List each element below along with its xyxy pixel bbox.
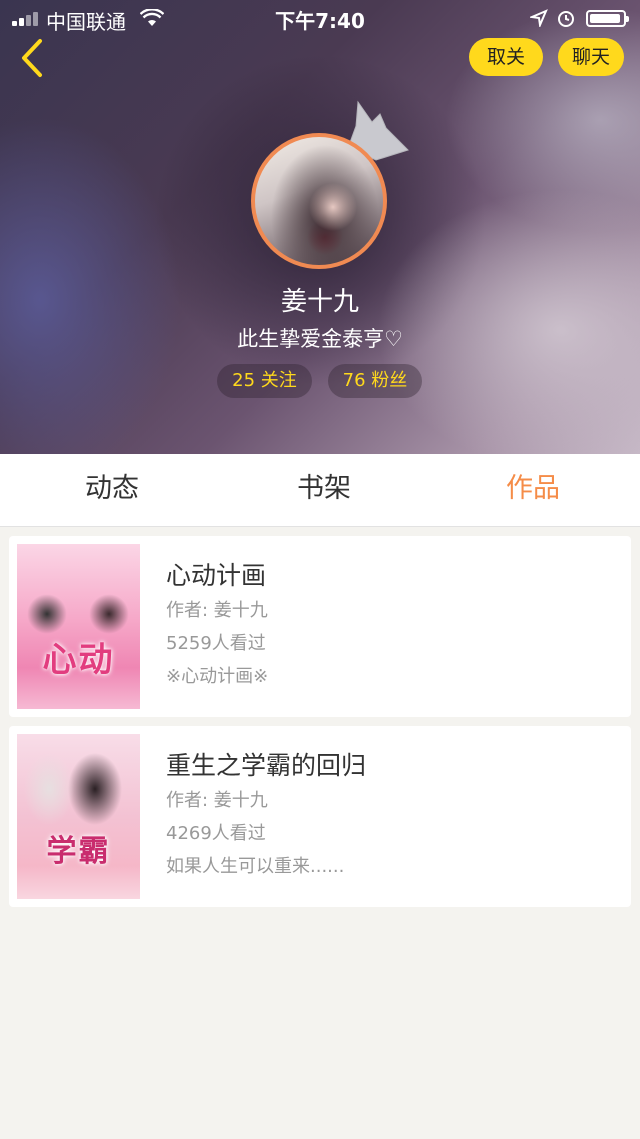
- avatar[interactable]: [251, 133, 387, 269]
- username: 姜十九: [280, 287, 359, 317]
- book-title: 重生之学霸的回归: [166, 751, 367, 780]
- book-description: ※心动计画※: [166, 666, 269, 687]
- chat-button[interactable]: 聊天: [558, 38, 624, 76]
- book-description: 如果人生可以重来......: [166, 856, 345, 877]
- location-icon: [528, 8, 548, 32]
- unfollow-button[interactable]: 取关: [469, 38, 543, 76]
- followers-count-button[interactable]: 76 粉丝: [328, 364, 422, 398]
- cover-title-art: 心动: [42, 640, 115, 680]
- book-author: 作者: 姜十九: [166, 600, 268, 621]
- book-cover[interactable]: 学霸: [17, 734, 140, 899]
- cover-title-art: 学霸: [46, 834, 111, 869]
- tab-dynamic[interactable]: 动态: [32, 454, 192, 526]
- chevron-left-icon: [22, 39, 42, 77]
- profile-header: 中国联通 下午7:40 取关 聊天 姜十九 此生挚爱金泰亨♡ 25 关注 76 …: [0, 0, 640, 454]
- book-title: 心动计画: [166, 561, 267, 590]
- book-cover[interactable]: 心动: [17, 544, 140, 709]
- work-card[interactable]: 心动 心动计画 作者: 姜十九 5259人看过 ※心动计画※: [9, 536, 631, 717]
- user-bio: 此生挚爱金泰亨♡: [237, 327, 403, 351]
- battery-icon: [586, 10, 629, 27]
- tab-bookshelf[interactable]: 书架: [244, 454, 404, 526]
- profile-tabs: 动态 书架 作品: [0, 454, 640, 527]
- alarm-icon: [556, 8, 576, 33]
- following-count-button[interactable]: 25 关注: [217, 364, 312, 398]
- book-views: 5259人看过: [166, 633, 266, 654]
- book-views: 4269人看过: [166, 823, 266, 844]
- back-button[interactable]: [14, 36, 54, 80]
- book-author: 作者: 姜十九: [166, 790, 268, 811]
- status-bar: 中国联通 下午7:40: [0, 0, 640, 36]
- tab-works[interactable]: 作品: [453, 454, 613, 526]
- work-card[interactable]: 学霸 重生之学霸的回归 作者: 姜十九 4269人看过 如果人生可以重来....…: [9, 726, 631, 907]
